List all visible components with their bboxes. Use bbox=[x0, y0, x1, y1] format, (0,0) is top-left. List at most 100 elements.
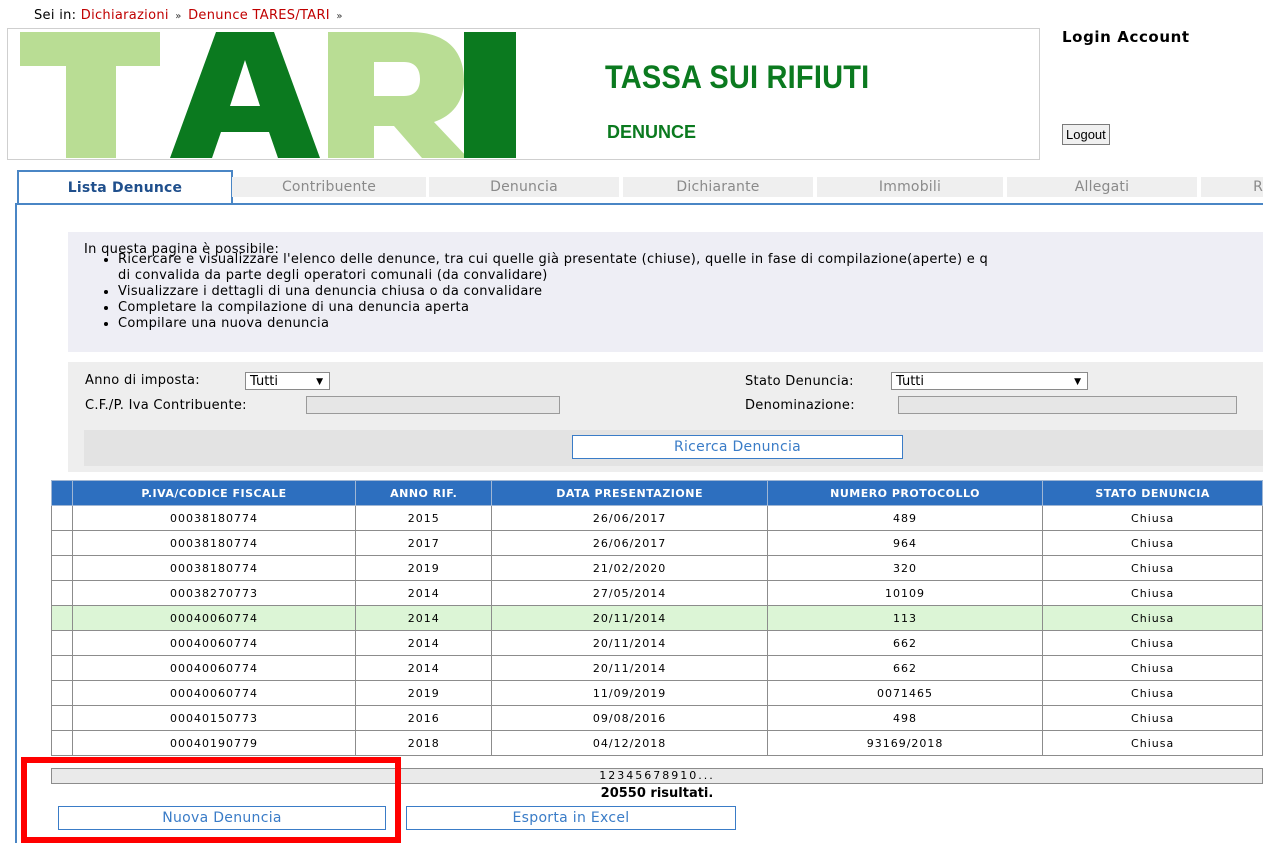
cell-stato: Chiusa bbox=[1042, 580, 1263, 606]
tari-logo bbox=[20, 32, 516, 158]
cell-protocollo: 498 bbox=[766, 705, 1044, 731]
table-row[interactable]: 00040060774 2014 20/11/2014 113 Chiusa bbox=[51, 605, 1263, 631]
tab-denuncia[interactable]: Denuncia bbox=[429, 177, 619, 197]
table-row[interactable]: 00038180774 2015 26/06/2017 489 Chiusa bbox=[51, 505, 1263, 531]
cell-piva: 00040060774 bbox=[71, 630, 357, 656]
cell-stato: Chiusa bbox=[1042, 630, 1263, 656]
highlight-box bbox=[21, 757, 401, 843]
table-row[interactable]: 00040060774 2014 20/11/2014 662 Chiusa bbox=[51, 655, 1263, 681]
page-link[interactable]: 1 bbox=[599, 769, 608, 782]
results-table: P.IVA/CODICE FISCALE ANNO RIF. DATA PRES… bbox=[51, 480, 1263, 756]
page-link[interactable]: 5 bbox=[635, 769, 644, 782]
column-header-piva[interactable]: P.IVA/CODICE FISCALE bbox=[71, 480, 357, 506]
page-link[interactable]: 6 bbox=[644, 769, 653, 782]
page-link[interactable]: 4 bbox=[626, 769, 635, 782]
breadcrumb-link-denunce[interactable]: Denunce TARES/TARI bbox=[188, 8, 330, 23]
page-title: TASSA SUI RIFIUTI bbox=[605, 60, 870, 96]
column-header-protocollo[interactable]: NUMERO PROTOCOLLO bbox=[766, 480, 1044, 506]
logout-button[interactable]: Logout bbox=[1062, 124, 1110, 145]
cell-protocollo: 964 bbox=[766, 530, 1044, 556]
row-selector[interactable] bbox=[51, 630, 73, 656]
column-header-data[interactable]: DATA PRESENTAZIONE bbox=[491, 480, 768, 506]
row-selector[interactable] bbox=[51, 605, 73, 631]
table-body: 00038180774 2015 26/06/2017 489 Chiusa 000381… bbox=[51, 505, 1263, 756]
cell-protocollo: 113 bbox=[766, 605, 1044, 631]
page-link[interactable]: 9 bbox=[671, 769, 680, 782]
row-selector[interactable] bbox=[51, 505, 73, 531]
tab-lista-denunce[interactable]: Lista Denunce bbox=[17, 170, 233, 205]
row-selector[interactable] bbox=[51, 530, 73, 556]
info-item: Ricercare e visualizzare l'elenco delle … bbox=[118, 252, 1263, 284]
cell-data: 20/11/2014 bbox=[491, 605, 768, 631]
cell-anno: 2017 bbox=[355, 530, 493, 556]
page-link[interactable]: 3 bbox=[617, 769, 626, 782]
cell-anno: 2019 bbox=[355, 680, 493, 706]
table-row[interactable]: 00038180774 2019 21/02/2020 320 Chiusa bbox=[51, 555, 1263, 581]
row-selector[interactable] bbox=[51, 580, 73, 606]
row-selector[interactable] bbox=[51, 705, 73, 731]
row-selector[interactable] bbox=[51, 655, 73, 681]
search-form: Anno di imposta: Tutti ▼ Stato Denuncia: … bbox=[68, 362, 1263, 472]
table-row[interactable]: 00040060774 2014 20/11/2014 662 Chiusa bbox=[51, 630, 1263, 656]
row-selector[interactable] bbox=[51, 555, 73, 581]
login-account-title: Login Account bbox=[1062, 28, 1190, 46]
cell-piva: 00040150773 bbox=[71, 705, 357, 731]
cell-data: 20/11/2014 bbox=[491, 655, 768, 681]
column-header-anno[interactable]: ANNO RIF. bbox=[355, 480, 493, 506]
breadcrumb-link-dichiarazioni[interactable]: Dichiarazioni bbox=[81, 8, 169, 23]
cell-data: 26/06/2017 bbox=[491, 505, 768, 531]
cell-piva: 00040060774 bbox=[71, 605, 357, 631]
info-list: Ricercare e visualizzare l'elenco delle … bbox=[78, 252, 1263, 332]
header-banner: TASSA SUI RIFIUTI DENUNCE bbox=[7, 28, 1040, 160]
cell-piva: 00038270773 bbox=[71, 580, 357, 606]
cell-piva: 00040060774 bbox=[71, 680, 357, 706]
chevron-down-icon: ▼ bbox=[1074, 377, 1081, 387]
cell-stato: Chiusa bbox=[1042, 705, 1263, 731]
esporta-excel-button[interactable]: Esporta in Excel bbox=[406, 806, 736, 830]
info-item: Compilare una nuova denuncia bbox=[118, 316, 1263, 332]
cell-stato: Chiusa bbox=[1042, 730, 1263, 756]
tab-contribuente[interactable]: Contribuente bbox=[232, 177, 426, 197]
cell-protocollo: 489 bbox=[766, 505, 1044, 531]
stato-select[interactable]: Tutti ▼ bbox=[891, 372, 1088, 390]
denominazione-label: Denominazione: bbox=[745, 398, 855, 413]
page-link[interactable]: 8 bbox=[662, 769, 671, 782]
denominazione-input[interactable] bbox=[898, 396, 1237, 414]
table-row[interactable]: 00038270773 2014 27/05/2014 10109 Chiusa bbox=[51, 580, 1263, 606]
cell-anno: 2014 bbox=[355, 605, 493, 631]
table-row[interactable]: 00040060774 2019 11/09/2019 0071465 Chiusa bbox=[51, 680, 1263, 706]
page-link[interactable]: 7 bbox=[653, 769, 662, 782]
cell-piva: 00040190779 bbox=[71, 730, 357, 756]
table-row[interactable]: 00040150773 2016 09/08/2016 498 Chiusa bbox=[51, 705, 1263, 731]
cell-data: 21/02/2020 bbox=[491, 555, 768, 581]
stato-label: Stato Denuncia: bbox=[745, 374, 854, 389]
cell-anno: 2016 bbox=[355, 705, 493, 731]
breadcrumb-separator: » bbox=[336, 11, 343, 22]
page-link[interactable]: 10 bbox=[680, 769, 698, 782]
cell-piva: 00038180774 bbox=[71, 530, 357, 556]
row-selector[interactable] bbox=[51, 680, 73, 706]
column-header-stato[interactable]: STATO DENUNCIA bbox=[1042, 480, 1263, 506]
cf-input[interactable] bbox=[306, 396, 560, 414]
page-link[interactable]: 2 bbox=[608, 769, 617, 782]
cell-protocollo: 0071465 bbox=[766, 680, 1044, 706]
tab-immobili[interactable]: Immobili bbox=[817, 177, 1003, 197]
anno-select[interactable]: Tutti ▼ bbox=[245, 372, 330, 390]
cell-stato: Chiusa bbox=[1042, 605, 1263, 631]
tab-allegati[interactable]: Allegati bbox=[1007, 177, 1197, 197]
tab-dichiarante[interactable]: Dichiarante bbox=[623, 177, 813, 197]
tab-r[interactable]: R bbox=[1201, 177, 1263, 197]
cell-anno: 2018 bbox=[355, 730, 493, 756]
cell-stato: Chiusa bbox=[1042, 555, 1263, 581]
row-selector[interactable] bbox=[51, 730, 73, 756]
table-row[interactable]: 00038180774 2017 26/06/2017 964 Chiusa bbox=[51, 530, 1263, 556]
table-header-row: P.IVA/CODICE FISCALE ANNO RIF. DATA PRES… bbox=[51, 480, 1263, 506]
table-row[interactable]: 00040190779 2018 04/12/2018 93169/2018 Chius… bbox=[51, 730, 1263, 756]
cell-anno: 2015 bbox=[355, 505, 493, 531]
cell-data: 11/09/2019 bbox=[491, 680, 768, 706]
page-link[interactable]: ... bbox=[698, 769, 715, 782]
cell-anno: 2014 bbox=[355, 580, 493, 606]
cell-data: 09/08/2016 bbox=[491, 705, 768, 731]
ricerca-denuncia-button[interactable]: Ricerca Denuncia bbox=[572, 435, 903, 459]
breadcrumb-separator: » bbox=[175, 11, 182, 22]
